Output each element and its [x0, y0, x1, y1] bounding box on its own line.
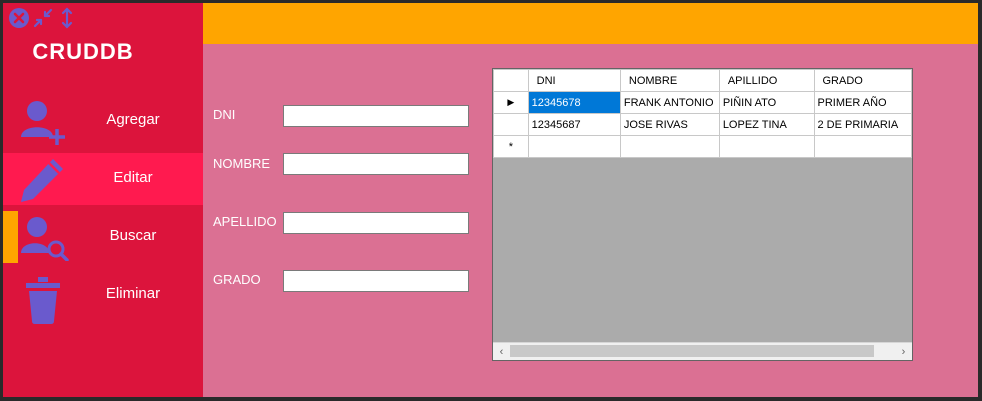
grid-header-row: DNI NOMBRE APILLIDO GRADO	[493, 69, 912, 92]
grid-cell[interactable]: 2 DE PRIMARIA	[813, 113, 912, 136]
add-user-icon	[19, 99, 69, 145]
grid-cell[interactable]: LOPEZ TINA	[718, 113, 815, 136]
nav-label: Editar	[113, 169, 153, 186]
grid-cell[interactable]	[527, 135, 621, 158]
nombre-label: NOMBRE	[213, 156, 271, 171]
table-row[interactable]: ▶ 12345678 FRANK ANTONIO PIÑIN ATO PRIME…	[493, 91, 912, 114]
column-header-nombre[interactable]: NOMBRE	[619, 69, 720, 92]
dni-field[interactable]	[283, 105, 469, 127]
grid-cell[interactable]	[813, 135, 912, 158]
grado-field[interactable]	[283, 270, 469, 292]
nombre-field[interactable]	[283, 153, 469, 175]
new-row-icon[interactable]: *	[493, 135, 529, 158]
grid-cell[interactable]: PIÑIN ATO	[718, 91, 815, 114]
search-user-icon	[19, 215, 69, 262]
new-row[interactable]: *	[493, 135, 912, 158]
top-bar[interactable]	[203, 3, 978, 44]
nav-item-agregar[interactable]: Agregar	[3, 95, 203, 147]
nav-item-eliminar[interactable]: Eliminar	[3, 269, 203, 324]
dni-label: DNI	[213, 107, 236, 122]
grid-cell[interactable]: 12345678	[527, 91, 621, 114]
grid-cell[interactable]: 12345687	[527, 113, 621, 136]
scroll-thumb[interactable]	[510, 345, 874, 357]
table-row[interactable]: 12345687 JOSE RIVAS LOPEZ TINA 2 DE PRIM…	[493, 113, 912, 136]
app-window: CRUDDB Agregar Editar Buscar Eliminar DN…	[0, 0, 982, 401]
apellido-field[interactable]	[283, 212, 469, 234]
column-header-dni[interactable]: DNI	[527, 69, 621, 92]
main-panel: DNI NOMBRE APELLIDO GRADO DNI NOMBRE API…	[203, 44, 978, 397]
sidebar: CRUDDB Agregar Editar Buscar Eliminar	[3, 3, 203, 397]
grid-cell[interactable]	[718, 135, 815, 158]
grid-corner	[493, 69, 529, 92]
nav-label: Agregar	[106, 111, 160, 128]
app-title: CRUDDB	[32, 39, 134, 64]
grid-cell[interactable]: JOSE RIVAS	[619, 113, 720, 136]
scroll-left-icon[interactable]: ‹	[493, 343, 510, 360]
nav-label: Buscar	[109, 227, 157, 244]
horizontal-scrollbar[interactable]: ‹ ›	[493, 342, 912, 360]
grid-cell[interactable]	[619, 135, 720, 158]
pencil-icon	[19, 157, 69, 203]
minimize-icon[interactable]	[32, 7, 54, 29]
row-header[interactable]	[493, 113, 529, 136]
column-header-apillido[interactable]: APILLIDO	[718, 69, 815, 92]
trash-icon	[19, 273, 69, 324]
column-header-grado[interactable]: GRADO	[813, 69, 912, 92]
nav-item-buscar[interactable]: Buscar	[3, 211, 203, 263]
resize-icon[interactable]	[56, 7, 78, 29]
grid-cell[interactable]: FRANK ANTONIO	[619, 91, 720, 114]
scroll-right-icon[interactable]: ›	[895, 343, 912, 360]
grado-label: GRADO	[213, 272, 261, 287]
grid-table: DNI NOMBRE APILLIDO GRADO ▶ 12345678 FRA…	[493, 69, 912, 158]
current-row-icon[interactable]: ▶	[493, 91, 529, 114]
data-grid[interactable]: DNI NOMBRE APILLIDO GRADO ▶ 12345678 FRA…	[492, 68, 913, 361]
close-icon[interactable]	[8, 7, 30, 29]
grid-cell[interactable]: PRIMER AÑO	[813, 91, 912, 114]
nav-item-editar[interactable]: Editar	[3, 153, 203, 205]
nav-label: Eliminar	[105, 285, 161, 302]
active-marker	[3, 211, 18, 263]
apellido-label: APELLIDO	[213, 214, 277, 229]
